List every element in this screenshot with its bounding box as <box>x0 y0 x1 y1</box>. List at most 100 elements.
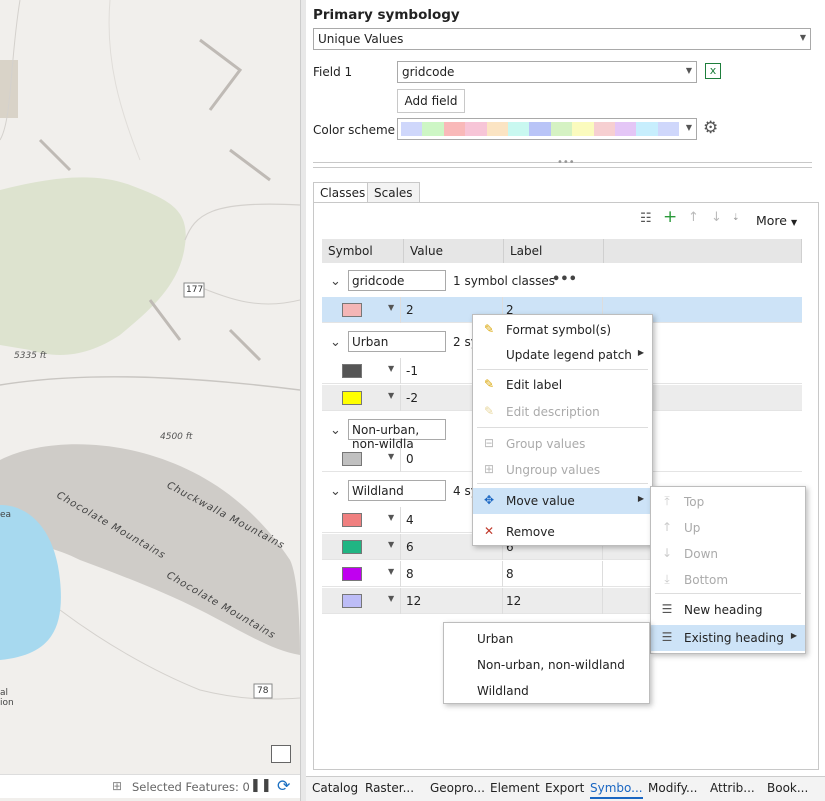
gear-icon[interactable]: ⚙ <box>703 118 718 138</box>
tab-raster[interactable]: Raster... <box>365 781 414 795</box>
chevron-down-icon[interactable]: ▼ <box>388 452 394 461</box>
value-cell[interactable]: 4 <box>406 513 414 527</box>
menu-item-label: Bottom <box>684 573 729 587</box>
menu-item[interactable]: Wildland <box>444 678 649 704</box>
menu-item[interactable]: ↓ Down <box>651 541 805 567</box>
tab-classes[interactable]: Classes <box>313 182 373 203</box>
value-cell[interactable]: 6 <box>406 540 414 554</box>
chevron-right-icon: ▶ <box>790 631 797 640</box>
label-cell[interactable]: 8 <box>506 567 514 581</box>
menu-item-label: Down <box>684 547 719 561</box>
menu-item[interactable]: ✥ Move value ▶ <box>473 488 652 514</box>
more-options-icon[interactable]: ••• <box>552 272 577 287</box>
group-heading: ⌄ gridcode 1 symbol classes ••• <box>322 265 802 297</box>
menu-item-label: Top <box>684 495 705 509</box>
move-down-icon[interactable]: ↓ <box>711 210 722 225</box>
sort-icon[interactable]: ⇣ <box>732 213 740 223</box>
chevron-down-icon[interactable]: ▼ <box>388 594 394 603</box>
chevron-down-icon[interactable]: ▼ <box>388 303 394 312</box>
label-cell[interactable]: 12 <box>506 594 521 608</box>
symbol-swatch[interactable] <box>342 513 362 527</box>
symbol-swatch[interactable] <box>342 567 362 581</box>
value-cell[interactable]: 8 <box>406 567 414 581</box>
cell-divider <box>400 385 401 411</box>
selected-features-count[interactable]: Selected Features: 0 <box>132 780 250 794</box>
basemap-icon[interactable] <box>271 745 291 763</box>
column-header-label[interactable]: Label <box>504 239 604 263</box>
symbol-swatch[interactable] <box>342 303 362 317</box>
value-cell[interactable]: 0 <box>406 452 414 466</box>
add-values-list-icon[interactable]: ☷ <box>640 211 652 226</box>
chevron-down-icon[interactable]: ⌄ <box>330 335 341 350</box>
menu-item[interactable]: ☰ Existing heading ▶ <box>651 625 805 651</box>
menu-item[interactable]: ⊟ Group values <box>473 431 652 457</box>
menu-item-label: Urban <box>477 632 514 646</box>
chevron-down-icon[interactable]: ⌄ <box>330 484 341 499</box>
chevron-down-icon[interactable]: ▼ <box>388 513 394 522</box>
tab-modify[interactable]: Modify... <box>648 781 698 795</box>
symbol-swatch[interactable] <box>342 391 362 405</box>
menu-item[interactable]: Update legend patch ▶ <box>473 342 652 368</box>
refresh-icon[interactable]: ⟳ <box>277 776 290 795</box>
field-1-select[interactable]: gridcode ▼ <box>397 61 697 83</box>
tab-geoprocessing[interactable]: Geopro... <box>430 781 485 795</box>
column-header-symbol[interactable]: Symbol <box>322 239 404 263</box>
tab-attributes[interactable]: Attrib... <box>710 781 755 795</box>
menu-item[interactable]: ✕ Remove <box>473 519 652 545</box>
tab-scales[interactable]: Scales <box>367 182 420 203</box>
more-menu-button[interactable]: More ▼ <box>756 213 797 228</box>
field-1-value: gridcode <box>402 65 455 79</box>
menu-item[interactable]: ⤓ Bottom <box>651 567 805 593</box>
tab-bookmarks[interactable]: Book... <box>767 781 808 795</box>
remove-icon: ✕ <box>483 524 495 538</box>
chevron-down-icon[interactable]: ⌄ <box>330 423 341 438</box>
menu-item[interactable]: ✎ Edit description <box>473 399 652 425</box>
color-scheme-select[interactable]: ▼ <box>397 118 697 140</box>
menu-item[interactable]: ✎ Edit label <box>473 372 652 398</box>
group-heading-input[interactable]: Wildland <box>348 480 446 501</box>
menu-item[interactable]: ⊞ Ungroup values <box>473 457 652 483</box>
color-scheme-swatch <box>550 122 573 136</box>
symbol-swatch[interactable] <box>342 364 362 378</box>
symbol-swatch[interactable] <box>342 594 362 608</box>
chevron-down-icon[interactable]: ▼ <box>388 567 394 576</box>
value-cell[interactable]: 2 <box>406 303 414 317</box>
ungroup-icon: ⊞ <box>483 462 495 476</box>
menu-item[interactable]: ↑ Up <box>651 515 805 541</box>
value-cell[interactable]: 12 <box>406 594 421 608</box>
chevron-down-icon[interactable]: ▼ <box>388 391 394 400</box>
group-heading-input[interactable]: Non-urban, non-wildla <box>348 419 446 451</box>
tab-element[interactable]: Element <box>490 781 540 795</box>
value-cell[interactable]: -2 <box>406 391 418 405</box>
chevron-down-icon[interactable]: ▼ <box>388 364 394 373</box>
menu-item-label: Ungroup values <box>506 463 601 477</box>
splitter[interactable]: ••• <box>313 157 812 168</box>
menu-item[interactable]: ✎ Format symbol(s) <box>473 317 652 343</box>
menu-item[interactable]: Urban <box>444 626 649 652</box>
menu-item[interactable]: Non-urban, non-wildland <box>444 652 649 678</box>
chevron-down-icon[interactable]: ⌄ <box>330 274 341 289</box>
tab-symbology[interactable]: Symbo... <box>590 781 643 799</box>
value-cell[interactable]: -1 <box>406 364 418 378</box>
chevron-down-icon[interactable]: ▼ <box>388 540 394 549</box>
move-up-icon[interactable]: ↑ <box>688 210 699 225</box>
add-field-button[interactable]: Add field <box>397 89 465 113</box>
elevation-label: 5335 ft <box>14 351 47 361</box>
column-header-value[interactable]: Value <box>404 239 504 263</box>
symbol-swatch[interactable] <box>342 452 362 466</box>
sql-expression-icon[interactable]: x <box>705 63 721 79</box>
tab-catalog[interactable]: Catalog <box>312 781 358 795</box>
group-heading-input[interactable]: Urban <box>348 331 446 352</box>
menu-separator <box>655 593 801 594</box>
symbol-swatch[interactable] <box>342 540 362 554</box>
pause-icon[interactable]: ❚❚ <box>250 778 272 793</box>
menu-item[interactable]: ☰ New heading <box>651 597 805 623</box>
symbology-method-select[interactable]: Unique Values ▼ <box>313 28 811 50</box>
menu-item[interactable]: ⤒ Top <box>651 489 805 515</box>
tab-export[interactable]: Export <box>545 781 584 795</box>
column-header-blank <box>604 239 802 263</box>
add-icon[interactable]: + <box>663 207 677 227</box>
group-heading-input[interactable]: gridcode <box>348 270 446 291</box>
symbology-method-value: Unique Values <box>318 32 404 46</box>
map-view[interactable]: 5335 ft 4500 ft 177 78 Chuckwalla Mounta… <box>0 0 300 801</box>
